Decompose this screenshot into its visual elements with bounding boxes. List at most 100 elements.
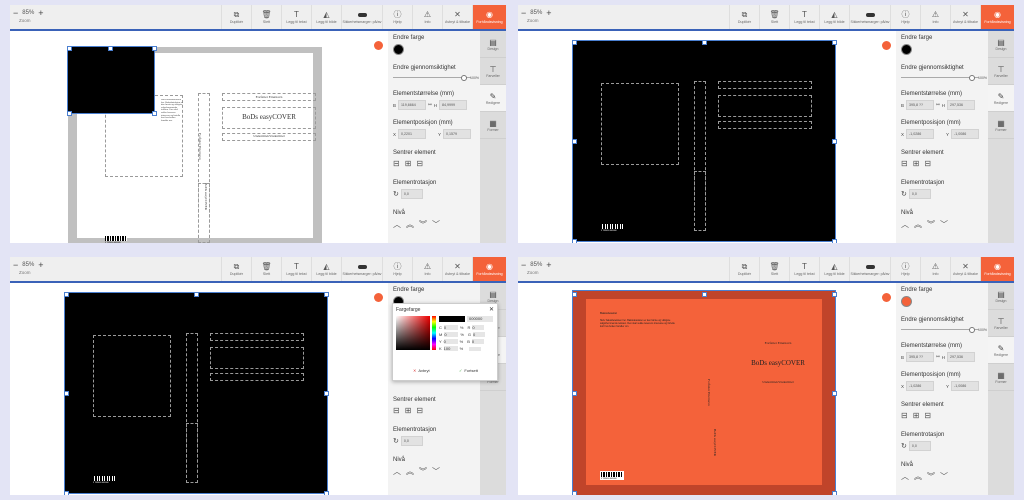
sidebar-item-shapes[interactable]: ▦Former	[480, 112, 506, 139]
y-input[interactable]: 0,1579	[443, 129, 472, 139]
resize-handle[interactable]	[572, 40, 577, 45]
spine-author[interactable]: Forfatter Etternavn	[707, 379, 711, 406]
resize-handle[interactable]	[64, 391, 69, 396]
center-vertical-icon[interactable]: ⊟	[416, 406, 423, 415]
center-horizontal-icon[interactable]: ⊟	[393, 159, 400, 168]
design-canvas[interactable]: 9 783000 000000	[10, 283, 388, 495]
resize-handle[interactable]	[324, 391, 329, 396]
sidebar-item-paint-roller[interactable]: ⊤Farveller	[988, 310, 1014, 337]
resize-handle[interactable]	[832, 139, 837, 144]
sidebar-item-paint-roller[interactable]: ⊤Farveller	[988, 58, 1014, 85]
channel-input[interactable]: 0	[472, 325, 485, 330]
toolbar-button-info[interactable]: ⓘ Hjelp	[382, 5, 412, 29]
resize-handle[interactable]	[832, 292, 837, 297]
bring-to-front-icon[interactable]: ︽	[914, 471, 922, 482]
toolbar-button-duplicate[interactable]: ⧉ Duplikér	[729, 5, 759, 29]
toolbar-button-close[interactable]: ✕ Avbryt & tilbake	[442, 5, 472, 29]
resize-handle[interactable]	[67, 46, 72, 51]
back-text[interactable]: Skriv baksideteksten her. Baksideteksten…	[600, 319, 676, 328]
toolbar-button-trash[interactable]: 🗑 Slett	[759, 257, 789, 281]
toolbar-button-eye[interactable]: ◉ Forhåndsvisning	[472, 5, 506, 29]
center-both-icon[interactable]: ⊞	[405, 406, 412, 415]
opacity-slider-handle[interactable]	[969, 327, 975, 333]
toolbar-button-toggle[interactable]: Sikkerhetsmarger: på/av	[341, 257, 382, 281]
opacity-slider[interactable]: 100%	[901, 75, 987, 81]
sidebar-item-page[interactable]: ▤ Design	[988, 283, 1014, 310]
rotation-input[interactable]: 0,0	[908, 441, 931, 451]
toolbar-button-image[interactable]: ◭ Legg til bilde	[819, 257, 849, 281]
fab-button[interactable]	[882, 41, 891, 50]
cover-title[interactable]: BoDs easyCOVER	[731, 359, 825, 367]
zoom-in-icon[interactable]: +	[38, 260, 43, 270]
y-input[interactable]: -1,0086	[951, 381, 980, 391]
link-icon[interactable]: ⚯	[936, 354, 940, 360]
opacity-slider[interactable]: 100%	[393, 75, 479, 81]
bring-forward-icon[interactable]: ︿	[393, 219, 401, 230]
resize-handle[interactable]	[572, 139, 577, 144]
selected-black-rect[interactable]	[67, 46, 155, 114]
bring-forward-icon[interactable]: ︿	[901, 471, 909, 482]
link-icon[interactable]: ⚯	[428, 102, 432, 108]
sidebar-item-edit[interactable]: ✎Redigere	[988, 337, 1014, 364]
resize-handle[interactable]	[64, 491, 69, 495]
bring-forward-icon[interactable]: ︿	[901, 219, 909, 230]
toolbar-button-warning[interactable]: ⚠ Info	[920, 5, 950, 29]
back-heading[interactable]: Baksidetekst	[600, 311, 617, 315]
channel-input[interactable]: 0	[443, 325, 458, 330]
toolbar-button-toggle[interactable]: Sikkerhetsmarger: på/av	[849, 5, 890, 29]
x-input[interactable]: -1,0286	[906, 381, 935, 391]
bring-to-front-icon[interactable]: ︽	[406, 466, 414, 477]
back-text[interactable]: Skriv baksideteksten her. Baksideteksten…	[161, 99, 183, 129]
design-canvas[interactable]: Forfatter Etternavn BoDs easyCOVER Underti…	[518, 283, 896, 495]
spine-title[interactable]: BoDs easyCOVER	[713, 429, 717, 456]
color-swatch[interactable]	[901, 44, 912, 55]
channel-input[interactable]	[469, 346, 482, 351]
toolbar-button-close[interactable]: ✕ Avbryt & tilbake	[950, 5, 980, 29]
color-swatch[interactable]	[901, 296, 912, 307]
toolbar-button-info[interactable]: ⓘ Hjelp	[890, 257, 920, 281]
width-input[interactable]: 119,6664	[398, 100, 427, 110]
cover-author[interactable]: Forfatter Etternavn	[731, 341, 825, 345]
author-area[interactable]	[210, 333, 304, 341]
toolbar-button-eye[interactable]: ◉ Forhåndsvisning	[472, 257, 506, 281]
sidebar-item-shapes[interactable]: ▦Former	[988, 112, 1014, 139]
center-vertical-icon[interactable]: ⊟	[924, 411, 931, 420]
toolbar-button-info[interactable]: ⓘ Hjelp	[382, 257, 412, 281]
channel-input[interactable]: 0	[444, 332, 459, 337]
sidebar-item-paint-roller[interactable]: ⊤Farveller	[480, 58, 506, 85]
back-text-area[interactable]	[601, 83, 679, 165]
cover-author[interactable]: Forfatter Etternavn	[222, 95, 316, 99]
fab-button[interactable]	[374, 293, 383, 302]
height-input[interactable]: 84,9999	[439, 100, 468, 110]
center-horizontal-icon[interactable]: ⊟	[901, 159, 908, 168]
resize-handle[interactable]	[572, 391, 577, 396]
resize-handle[interactable]	[572, 491, 577, 495]
zoom-out-icon[interactable]: −	[13, 260, 18, 270]
sidebar-item-page[interactable]: ▤ Design	[480, 31, 506, 58]
opacity-slider-handle[interactable]	[461, 75, 467, 81]
back-text-area[interactable]	[93, 335, 171, 417]
subtitle-area[interactable]	[718, 121, 812, 129]
toolbar-button-eye[interactable]: ◉ Forhåndsvisning	[980, 5, 1014, 29]
center-vertical-icon[interactable]: ⊟	[924, 159, 931, 168]
color-picker-cancel[interactable]: ✕ Avbryt	[413, 368, 430, 373]
bring-forward-icon[interactable]: ︿	[393, 466, 401, 477]
send-to-back-icon[interactable]: ︾	[927, 219, 935, 230]
height-input[interactable]: 297,536	[947, 100, 976, 110]
x-input[interactable]: -1,0286	[906, 129, 935, 139]
toolbar-button-text[interactable]: T Legg til tekst	[281, 5, 311, 29]
toolbar-button-duplicate[interactable]: ⧉ Duplikér	[221, 257, 251, 281]
design-canvas[interactable]: 9 783000 000000 Forfatter Etternavn BoDs e…	[10, 31, 388, 243]
toolbar-button-info[interactable]: ⓘ Hjelp	[890, 5, 920, 29]
color-gradient-field[interactable]	[396, 316, 430, 350]
resize-handle[interactable]	[324, 292, 329, 297]
toolbar-button-duplicate[interactable]: ⧉ Duplikér	[221, 5, 251, 29]
bring-to-front-icon[interactable]: ︽	[406, 219, 414, 230]
rotation-input[interactable]: 0,0	[400, 189, 423, 199]
toolbar-button-trash[interactable]: 🗑 Slett	[251, 5, 281, 29]
link-icon[interactable]: ⚯	[936, 102, 940, 108]
cover-subtitle[interactable]: Undertittel/Undertittel	[222, 134, 316, 138]
zoom-out-icon[interactable]: −	[521, 260, 526, 270]
center-both-icon[interactable]: ⊞	[913, 411, 920, 420]
cover-subtitle[interactable]: Undertittel/Undertittel	[731, 380, 825, 384]
